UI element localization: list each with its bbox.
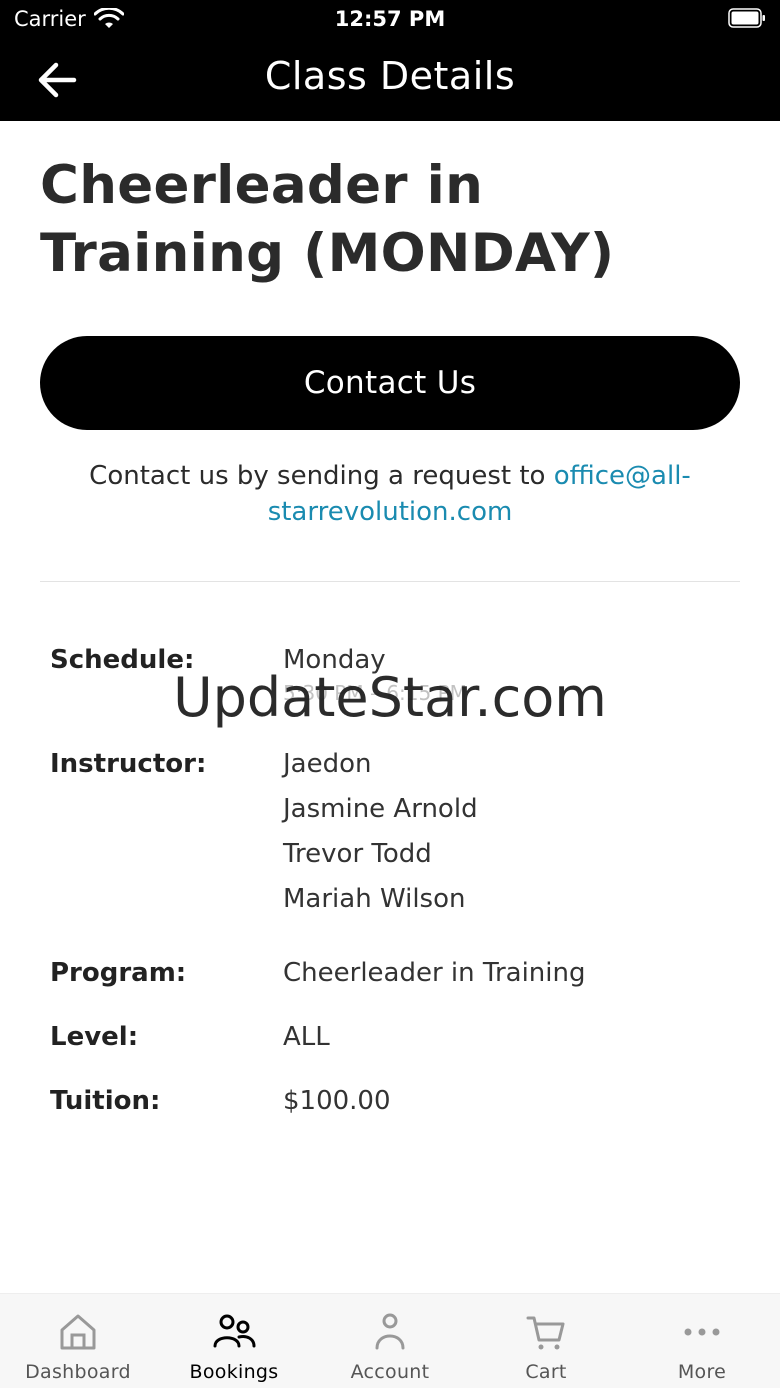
tab-more[interactable]: More bbox=[624, 1294, 780, 1388]
contact-note-text: Contact us by sending a request to bbox=[89, 461, 554, 491]
tab-dashboard[interactable]: Dashboard bbox=[0, 1294, 156, 1388]
class-title: Cheerleader in Training (MONDAY) bbox=[40, 155, 615, 284]
tab-cart[interactable]: Cart bbox=[468, 1294, 624, 1388]
tab-label: More bbox=[677, 1361, 727, 1383]
person-icon bbox=[375, 1313, 405, 1350]
tuition-label: Tuition: bbox=[50, 1086, 161, 1116]
tab-bookings[interactable]: Bookings bbox=[156, 1294, 312, 1388]
battery-icon bbox=[728, 8, 765, 28]
level-value: ALL bbox=[283, 1022, 330, 1052]
contact-note: Contact us by sending a request to offic… bbox=[40, 458, 740, 530]
instructor-name: Trevor Todd bbox=[283, 839, 432, 869]
instructor-name: Jaedon bbox=[283, 749, 372, 779]
instructor-label: Instructor: bbox=[50, 749, 207, 779]
schedule-label: Schedule: bbox=[50, 645, 195, 675]
instructor-name: Mariah Wilson bbox=[283, 884, 466, 914]
program-label: Program: bbox=[50, 958, 187, 988]
status-bar: Carrier 12:57 PM bbox=[0, 0, 780, 40]
tab-label: Dashboard bbox=[25, 1361, 131, 1383]
tuition-value: $100.00 bbox=[283, 1086, 391, 1116]
navigation-bar: Class Details bbox=[0, 40, 780, 121]
tab-label: Cart bbox=[525, 1361, 567, 1383]
nav-title: Class Details bbox=[264, 54, 516, 98]
schedule-day: Monday bbox=[283, 645, 386, 675]
more-icon bbox=[684, 1328, 720, 1336]
tab-label: Account bbox=[350, 1361, 430, 1383]
program-value: Cheerleader in Training bbox=[283, 958, 586, 988]
cart-icon bbox=[526, 1316, 565, 1350]
home-icon bbox=[60, 1314, 96, 1350]
level-label: Level: bbox=[50, 1022, 139, 1052]
divider bbox=[40, 581, 740, 582]
instructor-name: Jasmine Arnold bbox=[283, 794, 478, 824]
status-time: 12:57 PM bbox=[334, 7, 446, 31]
tab-label: Bookings bbox=[189, 1361, 279, 1383]
schedule-time: 5:30 PM – 6:15 PM bbox=[283, 681, 467, 705]
contact-us-button[interactable]: Contact Us bbox=[40, 336, 740, 430]
people-icon bbox=[213, 1314, 256, 1348]
tab-account[interactable]: Account bbox=[312, 1294, 468, 1388]
tab-bar: Dashboard Bookings Account Cart More bbox=[0, 1293, 780, 1388]
